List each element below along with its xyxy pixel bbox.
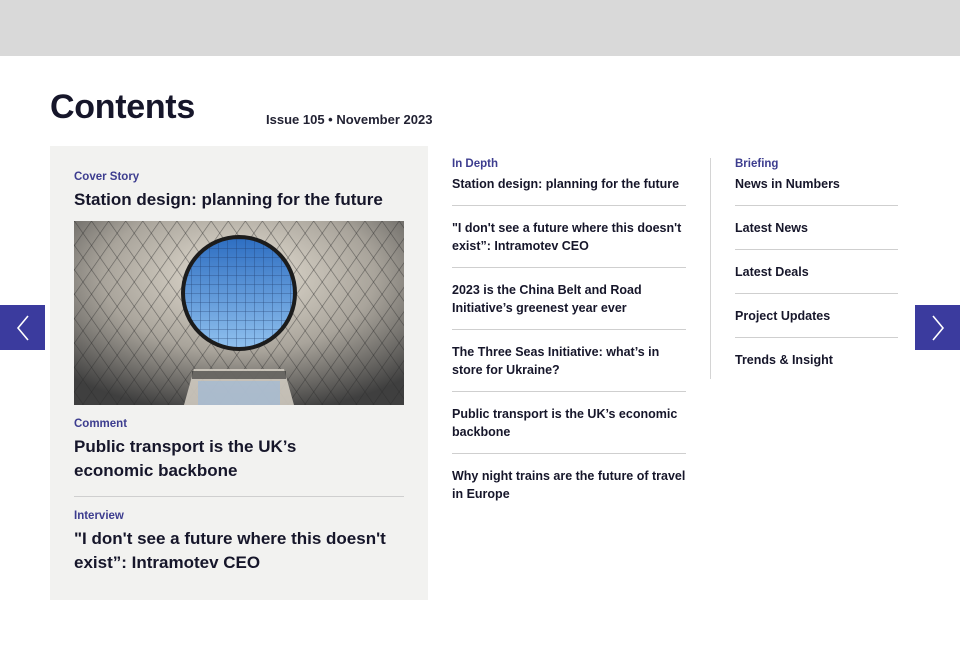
- column-divider: [710, 158, 711, 379]
- station-ceiling-image: [74, 221, 404, 405]
- briefing-item[interactable]: Trends & Insight: [735, 351, 898, 381]
- cover-story-kicker: Cover Story: [74, 171, 140, 183]
- briefing-column: Briefing News in Numbers Latest News Lat…: [735, 158, 898, 394]
- briefing-item[interactable]: Latest News: [735, 219, 898, 250]
- cover-image[interactable]: [74, 221, 404, 405]
- briefing-item[interactable]: Latest Deals: [735, 263, 898, 294]
- in-depth-item[interactable]: Public transport is the UK’s economic ba…: [452, 405, 686, 454]
- issue-label: Issue 105 • November 2023: [266, 112, 433, 127]
- chevron-left-icon: [16, 314, 29, 341]
- cover-story-title[interactable]: Station design: planning for the future: [74, 188, 404, 212]
- previous-button[interactable]: [0, 305, 45, 350]
- interview-kicker: Interview: [74, 510, 124, 522]
- chevron-right-icon: [931, 314, 944, 341]
- briefing-kicker: Briefing: [735, 158, 779, 170]
- cover-story[interactable]: Cover Story Station design: planning for…: [74, 171, 404, 212]
- in-depth-item[interactable]: 2023 is the China Belt and Road Initiati…: [452, 281, 686, 330]
- page-title: Contents: [50, 88, 195, 126]
- in-depth-column: In Depth Station design: planning for th…: [452, 158, 686, 528]
- feature-panel: Cover Story Station design: planning for…: [50, 146, 428, 600]
- comment-title[interactable]: Public transport is the UK’s economic ba…: [74, 435, 314, 483]
- in-depth-kicker: In Depth: [452, 158, 498, 170]
- interview-article[interactable]: Interview "I don't see a future where th…: [74, 510, 404, 575]
- in-depth-item[interactable]: Why night trains are the future of trave…: [452, 467, 686, 515]
- comment-kicker: Comment: [74, 418, 128, 430]
- interview-title[interactable]: "I don't see a future where this doesn't…: [74, 527, 394, 575]
- next-button[interactable]: [915, 305, 960, 350]
- briefing-item[interactable]: News in Numbers: [735, 175, 898, 206]
- in-depth-item[interactable]: "I don't see a future where this doesn't…: [452, 219, 686, 268]
- top-bar: [0, 0, 960, 56]
- divider: [74, 496, 404, 497]
- in-depth-item[interactable]: The Three Seas Initiative: what’s in sto…: [452, 343, 686, 392]
- in-depth-item[interactable]: Station design: planning for the future: [452, 175, 686, 206]
- briefing-item[interactable]: Project Updates: [735, 307, 898, 338]
- comment-article[interactable]: Comment Public transport is the UK’s eco…: [74, 418, 404, 483]
